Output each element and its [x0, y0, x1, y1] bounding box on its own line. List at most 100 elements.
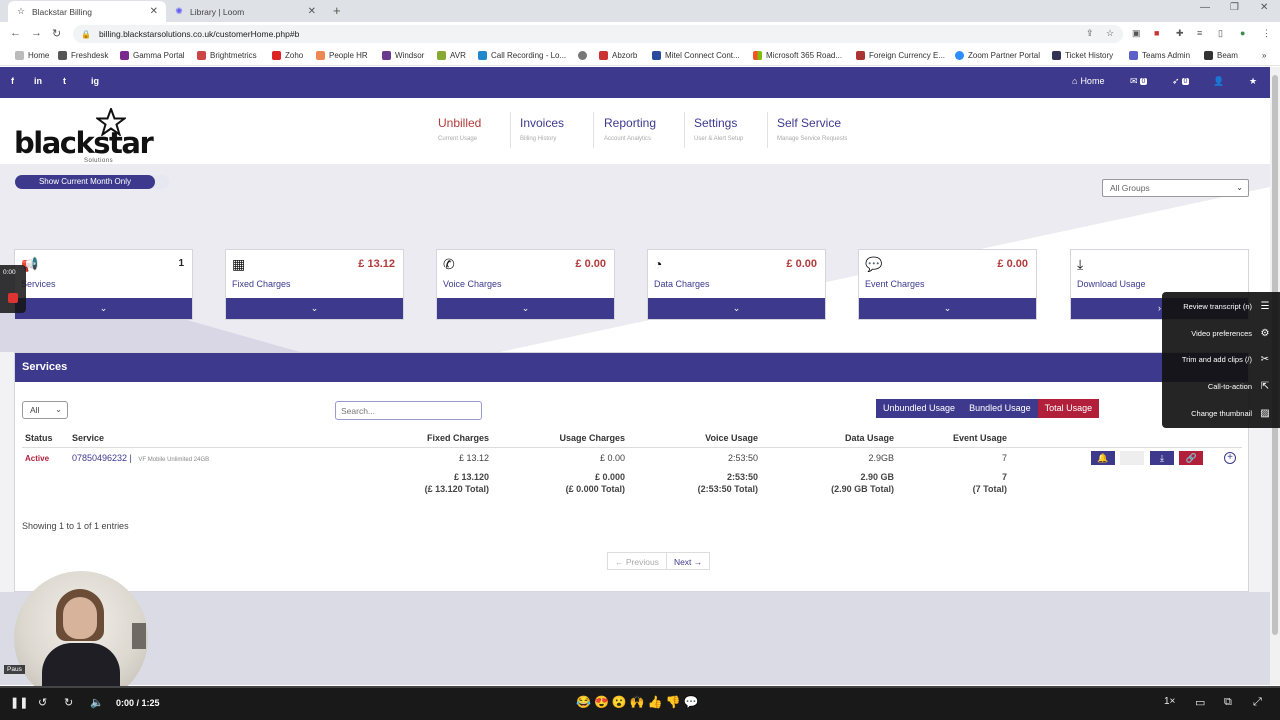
minimize-icon[interactable]: —: [1200, 2, 1210, 13]
current-month-toggle[interactable]: Show Current Month Only: [15, 175, 169, 189]
groups-select[interactable]: All Groups ⌄: [1102, 179, 1249, 197]
total-usage-button[interactable]: Total Usage: [1037, 399, 1100, 418]
thumbs-down-emoji-icon[interactable]: 👎: [666, 695, 681, 709]
instagram-icon[interactable]: ig: [91, 76, 99, 86]
stop-recording-button[interactable]: [8, 293, 18, 303]
reload-icon[interactable]: ↻: [52, 27, 61, 40]
bookmark-abzorb[interactable]: Abzorb: [599, 51, 637, 60]
card-data-charges[interactable]: ◔ Data Charges £ 0.00 ⌄: [647, 249, 826, 320]
bookmark-people-hr[interactable]: People HR: [316, 51, 368, 60]
twitter-icon[interactable]: t: [63, 76, 66, 86]
services-search-input[interactable]: [335, 401, 482, 420]
column-event-usage[interactable]: Event Usage: [900, 429, 1013, 448]
more-bookmarks-icon[interactable]: »: [1262, 51, 1266, 60]
expand-card-button[interactable]: ⌄: [648, 298, 825, 319]
change-thumbnail-button[interactable]: Change thumbnail ▨: [1191, 408, 1272, 419]
call-to-action-button[interactable]: Call-to-action ⇱: [1208, 381, 1272, 392]
card-event-charges[interactable]: 💬 Event Charges £ 0.00 ⌄: [858, 249, 1037, 320]
bookmark-brightmetrics[interactable]: Brightmetrics: [197, 51, 257, 60]
bookmark-home[interactable]: Home: [15, 51, 49, 60]
playback-progress-bar[interactable]: [0, 686, 1280, 688]
column-service[interactable]: Service: [69, 429, 359, 448]
laugh-emoji-icon[interactable]: 😂: [576, 695, 591, 709]
download-service-button[interactable]: ⤓: [1149, 451, 1174, 466]
nav-settings[interactable]: Settings User & Alert Setup: [694, 116, 743, 142]
bookmark-avr[interactable]: AVR: [437, 51, 466, 60]
bookmark-microsoft-365[interactable]: Microsoft 365 Road...: [753, 51, 842, 60]
column-status[interactable]: Status: [22, 429, 69, 448]
video-preferences-button[interactable]: Video preferences ⚙: [1191, 328, 1272, 339]
messages-button[interactable]: ✉ 0: [1130, 76, 1148, 87]
status-filter-select[interactable]: All ⌄: [22, 401, 68, 419]
bookmark-star-icon[interactable]: ☆: [1106, 28, 1114, 39]
webcam-bubble[interactable]: [14, 571, 148, 705]
nav-self-service[interactable]: Self Service Manage Service Requests: [777, 116, 847, 142]
expand-card-button[interactable]: ⌄: [437, 298, 614, 319]
maximize-icon[interactable]: ❐: [1230, 2, 1239, 13]
bookmark-ticket-history[interactable]: Ticket History: [1052, 51, 1113, 60]
pause-icon[interactable]: ❚❚: [10, 696, 28, 709]
puzzle-icon[interactable]: ✚: [1176, 28, 1184, 39]
tab-blackstar-billing[interactable]: ☆ Blackstar Billing ✕: [8, 1, 166, 22]
tab-loom-library[interactable]: ✺ Library | Loom ✕: [166, 1, 324, 22]
expand-card-button[interactable]: ⌄: [226, 298, 403, 319]
url-field[interactable]: 🔒 billing.blackstarsolutions.co.uk/custo…: [73, 25, 1123, 43]
raised-hands-emoji-icon[interactable]: 🙌: [630, 695, 645, 709]
blackstar-logo[interactable]: blackstar Solutions: [14, 108, 154, 164]
card-services[interactable]: 📢 Services 1 ⌄: [14, 249, 193, 320]
bookmark-mitel[interactable]: Mitel Connect Cont...: [652, 51, 740, 60]
favourite-star-icon[interactable]: ★: [1249, 76, 1257, 87]
wow-emoji-icon[interactable]: 😮: [612, 695, 627, 709]
bookmark-zoho[interactable]: Zoho: [272, 51, 303, 60]
review-transcript-button[interactable]: Review transcript (n) ☰: [1183, 301, 1272, 312]
comment-icon[interactable]: 💬: [684, 695, 699, 709]
new-tab-icon[interactable]: +: [333, 3, 341, 18]
close-tab-icon[interactable]: ✕: [308, 6, 316, 17]
bookmark-globe[interactable]: [578, 51, 591, 60]
captions-icon[interactable]: ▭: [1195, 696, 1205, 709]
forward-skip-icon[interactable]: ↻: [64, 696, 73, 709]
thumbs-up-emoji-icon[interactable]: 👍: [648, 695, 663, 709]
fullscreen-icon[interactable]: ⤢: [1253, 696, 1262, 709]
column-usage-charges[interactable]: Usage Charges: [495, 429, 631, 448]
close-window-icon[interactable]: ✕: [1260, 2, 1268, 13]
column-data-usage[interactable]: Data Usage: [764, 429, 900, 448]
disabled-action-button[interactable]: [1120, 451, 1145, 466]
link-service-button[interactable]: 🔗: [1179, 451, 1204, 466]
card-voice-charges[interactable]: ✆ Voice Charges £ 0.00 ⌄: [436, 249, 615, 320]
forward-icon[interactable]: →: [31, 27, 42, 39]
home-link[interactable]: ⌂ Home: [1072, 76, 1104, 86]
nav-invoices[interactable]: Invoices Billing History: [520, 116, 564, 142]
playback-speed-button[interactable]: 1×: [1164, 696, 1175, 707]
unbundled-usage-button[interactable]: Unbundled Usage: [876, 399, 963, 418]
service-number-link[interactable]: 07850496232 |: [72, 453, 132, 463]
back-icon[interactable]: ←: [10, 27, 21, 39]
facebook-icon[interactable]: f: [11, 76, 14, 86]
side-panel-icon[interactable]: ▯: [1218, 28, 1223, 39]
reading-list-icon[interactable]: ≡: [1197, 28, 1202, 38]
rewind-icon[interactable]: ↺: [38, 696, 47, 709]
bookmark-windsor[interactable]: Windsor: [382, 51, 424, 60]
bundled-usage-button[interactable]: Bundled Usage: [962, 399, 1038, 418]
bookmark-gamma[interactable]: Gamma Portal: [120, 51, 185, 60]
nav-reporting[interactable]: Reporting Account Analytics: [604, 116, 656, 142]
share-icon[interactable]: ⇪: [1086, 28, 1094, 39]
bookmark-call-recording[interactable]: Call Recording - Lo...: [478, 51, 566, 60]
column-fixed-charges[interactable]: Fixed Charges: [359, 429, 495, 448]
chrome-menu-icon[interactable]: ⋮: [1262, 28, 1271, 39]
column-voice-usage[interactable]: Voice Usage: [631, 429, 764, 448]
trim-clips-button[interactable]: Trim and add clips (/) ✂: [1182, 354, 1272, 365]
extension-icon[interactable]: ▣: [1132, 28, 1141, 39]
heart-eyes-emoji-icon[interactable]: 😍: [594, 695, 609, 709]
alert-bell-button[interactable]: 🔔: [1090, 451, 1115, 466]
bookmark-zoom[interactable]: Zoom Partner Portal: [955, 51, 1040, 60]
bookmark-teams-admin[interactable]: Teams Admin: [1129, 51, 1190, 60]
user-icon[interactable]: 👤: [1213, 76, 1224, 87]
bookmark-beam[interactable]: Beam: [1204, 51, 1238, 60]
close-tab-icon[interactable]: ✕: [150, 6, 158, 17]
bookmark-freshdesk[interactable]: Freshdesk: [58, 51, 108, 60]
volume-icon[interactable]: 🔈: [90, 696, 104, 709]
expand-card-button[interactable]: ⌄: [15, 298, 192, 319]
profile-avatar-icon[interactable]: ●: [1240, 28, 1245, 38]
card-fixed-charges[interactable]: ▦ Fixed Charges £ 13.12 ⌄: [225, 249, 404, 320]
